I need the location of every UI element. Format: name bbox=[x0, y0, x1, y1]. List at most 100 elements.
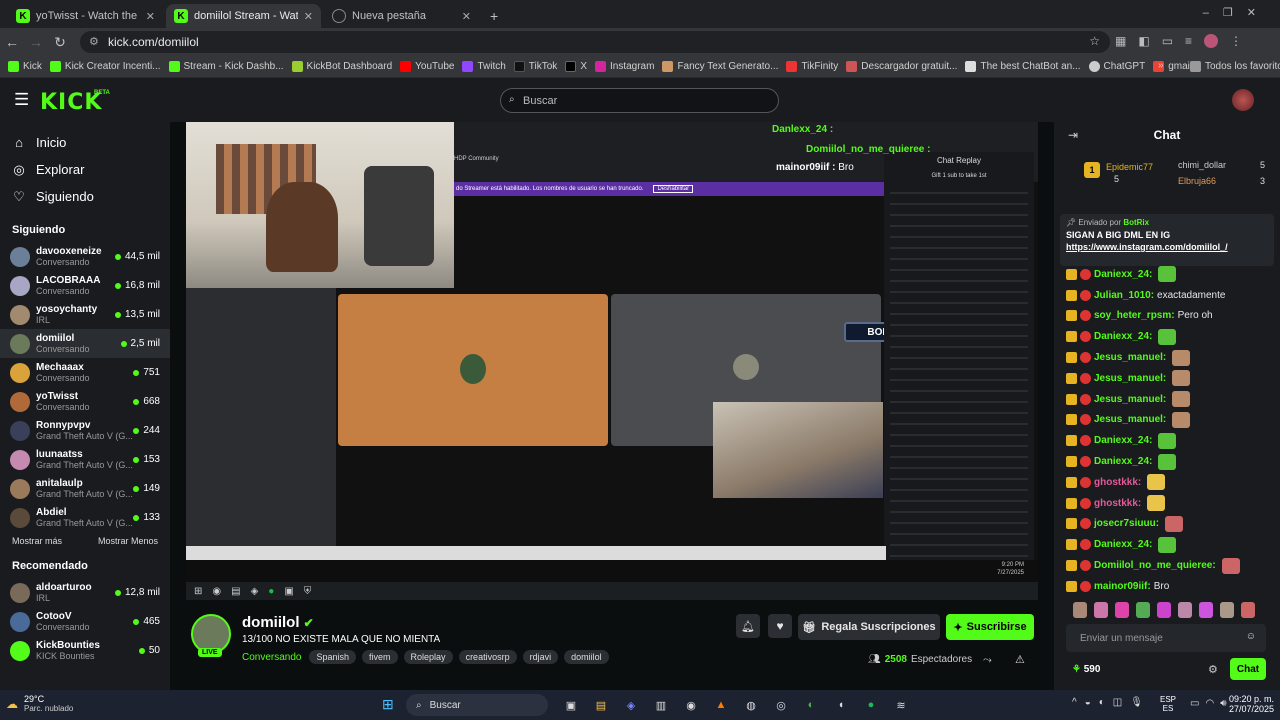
profile-icon[interactable] bbox=[1204, 34, 1219, 48]
chat-username[interactable]: soy_heter_rpsm: bbox=[1094, 310, 1175, 321]
app-icon[interactable]: ▲ bbox=[710, 696, 732, 714]
spotify-icon[interactable]: ● bbox=[860, 696, 882, 714]
browser-tab[interactable]: Nueva pestaña ✕ bbox=[324, 4, 479, 28]
chat-username[interactable]: Julian_1010: bbox=[1094, 290, 1154, 301]
emote[interactable] bbox=[1094, 602, 1108, 618]
chevron-right-icon[interactable]: » bbox=[1158, 60, 1164, 71]
bookmark-kick-creator[interactable]: Kick Creator Incenti... bbox=[49, 61, 161, 72]
back-icon[interactable]: ← bbox=[0, 34, 24, 50]
task-view-icon[interactable]: ▣ bbox=[560, 696, 582, 714]
chat-message[interactable]: Daniexx_24: bbox=[1054, 430, 1280, 451]
sidebar-icon[interactable]: ▭ bbox=[1162, 34, 1173, 48]
bookmark-chatgpt[interactable]: ChatGPT bbox=[1088, 61, 1145, 72]
bookmark-descargador[interactable]: Descargador gratuit... bbox=[846, 61, 957, 72]
chat-message[interactable]: Jesus_manuel: bbox=[1054, 368, 1280, 389]
chat-message[interactable]: josecr7siuuu: bbox=[1054, 514, 1280, 535]
close-tab-icon[interactable]: ✕ bbox=[298, 10, 313, 23]
chat-username[interactable]: Daniexx_24: bbox=[1094, 539, 1152, 550]
chat-message[interactable]: Domiilol_no_me_quieree: bbox=[1054, 555, 1280, 576]
weather-widget[interactable]: ☁ 29°C Parc. nublado bbox=[6, 694, 73, 713]
bookmark-x[interactable]: X bbox=[565, 61, 587, 72]
chevron-up-icon[interactable]: ^ bbox=[1072, 697, 1077, 708]
tray-icon[interactable]: ◐ bbox=[1099, 697, 1105, 708]
bookmark-star-icon[interactable]: ☆ bbox=[1089, 34, 1100, 48]
forward-icon[interactable]: → bbox=[24, 34, 48, 50]
chat-settings-icon[interactable]: ⚙ bbox=[1208, 663, 1218, 676]
emote[interactable] bbox=[1073, 602, 1087, 618]
channel-points[interactable]: ⚘ 590 bbox=[1072, 664, 1100, 675]
discord-icon[interactable]: ◈ bbox=[620, 696, 642, 714]
chat-message[interactable]: Daniexx_24: bbox=[1054, 451, 1280, 472]
bookmark-youtube[interactable]: YouTube bbox=[400, 61, 454, 72]
bookmark-tikfinity[interactable]: TikFinity bbox=[786, 61, 838, 72]
emote[interactable] bbox=[1136, 602, 1150, 618]
all-bookmarks-folder[interactable]: Todos los favoritos bbox=[1190, 61, 1280, 72]
share-icon[interactable]: ⤳ bbox=[983, 654, 992, 667]
chat-message[interactable]: ghostkkk: bbox=[1054, 493, 1280, 514]
emote[interactable] bbox=[1199, 602, 1213, 618]
sidebar-channel[interactable]: Mechaaax Conversando 751 bbox=[0, 358, 170, 387]
sidebar-channel[interactable]: luunaatss Grand Theft Auto V (G... 153 bbox=[0, 445, 170, 474]
window-controls[interactable]: –❐✕ bbox=[1203, 6, 1270, 19]
chat-message[interactable]: soy_heter_rpsm: Pero oh bbox=[1054, 306, 1280, 327]
app-icon[interactable]: ≋ bbox=[890, 696, 912, 714]
steam-icon[interactable]: ◍ bbox=[740, 696, 762, 714]
bookmark-instagram[interactable]: Instagram bbox=[594, 61, 654, 72]
browser-tab[interactable]: KyoTwisst - Watch the VOD on K✕ bbox=[8, 4, 163, 28]
sidebar-channel[interactable]: aldoarturoo IRL 12,8 mil bbox=[0, 578, 170, 607]
nav-explorar[interactable]: ◎ Explorar bbox=[0, 156, 170, 183]
sidebar-channel[interactable]: yosoychanty IRL 13,5 mil bbox=[0, 300, 170, 329]
show-less-button[interactable]: Mostrar Menos bbox=[98, 536, 158, 548]
video-player[interactable]: do Streamer está habilitado. Los nombres… bbox=[186, 122, 1038, 582]
chat-username[interactable]: Jesus_manuel: bbox=[1094, 352, 1166, 363]
more-menu-icon[interactable]: ⋮ bbox=[1230, 34, 1242, 48]
chat-message[interactable]: Daniexx_24: bbox=[1054, 264, 1280, 285]
site-info-icon[interactable]: ⚙ bbox=[89, 35, 99, 48]
chat-message[interactable]: Daniexx_24: bbox=[1054, 534, 1280, 555]
tray-status[interactable]: ▭ ◠ 🔊︎ bbox=[1190, 698, 1227, 709]
chat-username[interactable]: ghostkkk: bbox=[1094, 477, 1141, 488]
chat-message[interactable]: Daniexx_24: bbox=[1054, 326, 1280, 347]
terminal-icon[interactable]: ▥ bbox=[650, 696, 672, 714]
tray-icon[interactable]: ◫ bbox=[1113, 697, 1122, 708]
sidebar-channel[interactable]: Ronnypvpv Grand Theft Auto V (G... 244 bbox=[0, 416, 170, 445]
windows-start-icon[interactable]: ⊞ bbox=[382, 696, 394, 713]
sidebar-channel[interactable]: domiilol Conversando 2,5 mil bbox=[0, 329, 170, 358]
tag[interactable]: Roleplay bbox=[403, 650, 453, 664]
nav-siguiendo[interactable]: ♡ Siguiendo bbox=[0, 183, 170, 210]
taskbar-search[interactable]: ⌕ Buscar bbox=[406, 694, 548, 716]
chat-username[interactable]: Daniexx_24: bbox=[1094, 435, 1152, 446]
bookmark-twitch[interactable]: Twitch bbox=[462, 61, 506, 72]
chat-username[interactable]: Jesus_manuel: bbox=[1094, 414, 1166, 425]
menu-lines-icon[interactable]: ≡ bbox=[1185, 34, 1192, 48]
send-chat-button[interactable]: Chat bbox=[1230, 658, 1266, 680]
bookmark-stream-dashboard[interactable]: Stream - Kick Dashb... bbox=[168, 61, 284, 72]
chat-username[interactable]: Domiilol_no_me_quieree: bbox=[1094, 560, 1216, 571]
show-more-button[interactable]: Mostrar más bbox=[12, 536, 62, 548]
sidebar-channel[interactable]: LACOBRAAA Conversando 16,8 mil bbox=[0, 271, 170, 300]
follow-button[interactable]: ♥ bbox=[768, 614, 792, 638]
chat-username[interactable]: Daniexx_24: bbox=[1094, 456, 1152, 467]
bookmark-kick[interactable]: Kick bbox=[8, 61, 42, 72]
url-input[interactable]: ⚙ kick.com/domiilol ☆ bbox=[80, 31, 1110, 53]
emote[interactable] bbox=[1220, 602, 1234, 618]
puzzle-icon[interactable]: ◧ bbox=[1138, 34, 1149, 48]
tag[interactable]: fivem bbox=[362, 650, 398, 664]
sidebar-channel[interactable]: yoTwisst Conversando 668 bbox=[0, 387, 170, 416]
chat-username[interactable]: Daniexx_24: bbox=[1094, 331, 1152, 342]
chat-username[interactable]: josecr7siuuu: bbox=[1094, 518, 1159, 529]
taskbar-clock[interactable]: 09:20 p. m. 27/07/2025 bbox=[1224, 694, 1274, 714]
chat-message[interactable]: ghostkkk: bbox=[1054, 472, 1280, 493]
chat-message[interactable]: Jesus_manuel: bbox=[1054, 389, 1280, 410]
emote[interactable] bbox=[1115, 602, 1129, 618]
bookmark-fancy-text[interactable]: Fancy Text Generato... bbox=[662, 61, 778, 72]
chat-username[interactable]: Daniexx_24: bbox=[1094, 269, 1152, 280]
chat-username[interactable]: mainor09iif: bbox=[1094, 581, 1151, 592]
search-input[interactable]: ⌕ Buscar bbox=[500, 88, 779, 113]
chrome-icon[interactable]: ◐ bbox=[800, 696, 822, 714]
reload-icon[interactable]: ↻ bbox=[48, 34, 72, 51]
bookmark-chatbot[interactable]: The best ChatBot an... bbox=[965, 61, 1081, 72]
app-icon[interactable]: ◎ bbox=[770, 696, 792, 714]
sidebar-channel[interactable]: CotooV Conversando 465 bbox=[0, 607, 170, 636]
chat-username[interactable]: Jesus_manuel: bbox=[1094, 394, 1166, 405]
